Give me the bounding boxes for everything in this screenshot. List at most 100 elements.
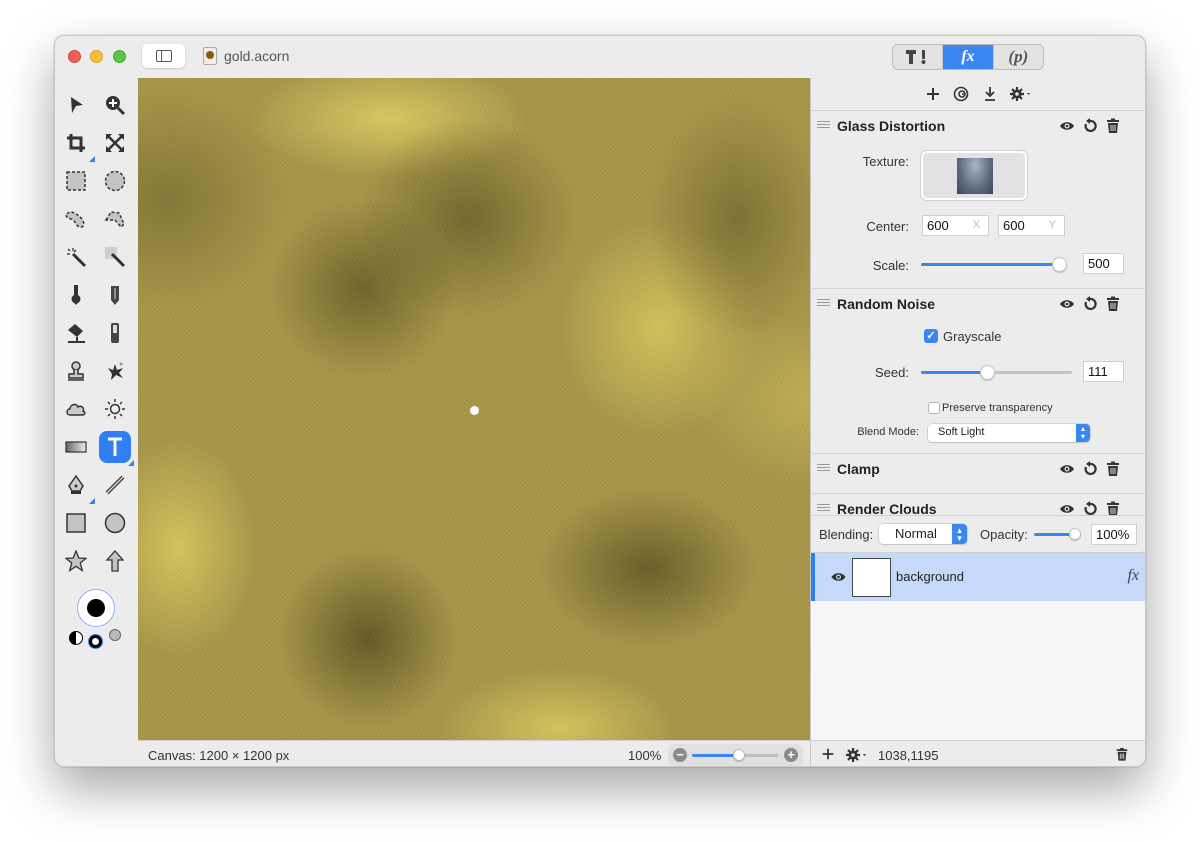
zoom-tool[interactable] xyxy=(99,89,131,121)
zoom-out-button[interactable]: − xyxy=(673,748,687,762)
submenu-indicator xyxy=(89,156,95,162)
blend-mode-select[interactable]: Soft Light ▴ ▾ xyxy=(928,424,1090,442)
eraser-tool[interactable] xyxy=(99,317,131,349)
tools-palette-tab[interactable] xyxy=(893,45,944,69)
magic-wand-tool[interactable] xyxy=(60,241,92,273)
add-filter-button[interactable] xyxy=(925,86,941,102)
sidebar-toggle-button[interactable] xyxy=(142,44,185,68)
color-well[interactable] xyxy=(77,589,115,627)
grayscale-checkbox[interactable]: ✓ xyxy=(924,329,938,343)
reset-icon[interactable] xyxy=(1082,461,1098,477)
bezier-tool[interactable] xyxy=(60,469,95,504)
oval-tool[interactable] xyxy=(99,507,131,539)
seed-slider[interactable] xyxy=(921,365,1072,380)
drag-handle-icon[interactable] xyxy=(817,464,830,473)
ellipse-select-tool[interactable] xyxy=(99,165,131,197)
layers-list: background fx xyxy=(811,553,1145,740)
move-tool[interactable] xyxy=(60,89,92,121)
eye-icon[interactable] xyxy=(830,570,847,584)
clone-stamp-icon xyxy=(68,361,84,381)
star-icon xyxy=(65,550,87,572)
opacity-slider-thumb[interactable] xyxy=(1069,528,1081,540)
seed-value-field[interactable]: 111 xyxy=(1083,361,1124,382)
transform-tool[interactable] xyxy=(99,127,131,159)
brush-icon xyxy=(71,285,81,305)
paint-bucket-tool[interactable] xyxy=(60,317,92,349)
download-icon xyxy=(985,87,995,101)
rectangle-tool[interactable] xyxy=(60,507,92,539)
texture-well[interactable] xyxy=(921,151,1027,200)
dodge-tool[interactable] xyxy=(99,393,131,425)
trash-icon[interactable] xyxy=(1105,118,1121,134)
clone-stamp-tool[interactable] xyxy=(60,355,92,387)
fx-icon[interactable]: fx xyxy=(1127,567,1139,585)
close-button[interactable] xyxy=(68,50,81,63)
trash-icon xyxy=(1116,747,1128,761)
crop-tool[interactable] xyxy=(60,127,95,162)
swap-colors-icon[interactable] xyxy=(69,631,83,645)
drag-handle-icon[interactable] xyxy=(817,121,830,130)
brush-tool[interactable] xyxy=(60,279,92,311)
trash-icon[interactable] xyxy=(1105,461,1121,477)
image-canvas[interactable] xyxy=(138,78,810,740)
scale-value-field[interactable]: 500 xyxy=(1083,253,1124,274)
eye-icon[interactable] xyxy=(1059,118,1075,134)
line-tool[interactable] xyxy=(99,469,131,501)
trash-icon[interactable] xyxy=(1105,501,1121,515)
rect-select-tool[interactable] xyxy=(60,165,92,197)
pencil-tool[interactable] xyxy=(99,279,131,311)
preserve-transparency-checkbox[interactable] xyxy=(928,402,940,414)
zoom-button[interactable] xyxy=(113,50,126,63)
instant-alpha-tool[interactable] xyxy=(99,241,131,273)
reset-icon[interactable] xyxy=(1082,118,1098,134)
add-layer-button[interactable] xyxy=(821,747,835,764)
glass-distortion-center-handle[interactable] xyxy=(470,406,479,415)
reset-icon[interactable] xyxy=(1082,296,1098,312)
layer-settings-button[interactable] xyxy=(845,747,869,766)
eye-icon[interactable] xyxy=(1059,501,1075,515)
drag-handle-icon[interactable] xyxy=(817,504,830,513)
seed-slider-thumb[interactable] xyxy=(979,365,995,380)
eye-icon[interactable] xyxy=(1059,461,1075,477)
filter-presets-button[interactable] xyxy=(953,86,971,102)
zoom-in-button[interactable]: + xyxy=(784,748,798,762)
opacity-slider[interactable] xyxy=(1034,528,1081,540)
default-colors-icon[interactable] xyxy=(89,635,102,648)
properties-tab[interactable]: (p) xyxy=(992,45,1043,69)
trash-icon[interactable] xyxy=(1105,296,1121,312)
lasso-tool[interactable] xyxy=(60,203,92,235)
filter-title: Glass Distortion xyxy=(837,118,946,134)
polygon-lasso-tool[interactable] xyxy=(99,203,131,235)
delete-layer-button[interactable] xyxy=(1115,747,1129,765)
download-filter-button[interactable] xyxy=(983,86,997,102)
blending-select[interactable]: Normal ▴ ▾ xyxy=(879,524,967,544)
minimize-button[interactable] xyxy=(90,50,103,63)
filter-settings-button[interactable] xyxy=(1009,86,1033,102)
opacity-value-field[interactable]: 100% xyxy=(1091,524,1137,545)
submenu-indicator xyxy=(89,498,95,504)
cursor-coordinates: 1038,1195 xyxy=(878,748,939,763)
rect-select-icon xyxy=(66,171,86,191)
arrow-tool[interactable] xyxy=(99,545,131,577)
burn-tool[interactable] xyxy=(60,393,92,425)
eye-icon[interactable] xyxy=(1059,296,1075,312)
text-tool[interactable] xyxy=(99,431,134,466)
filter-render-clouds: Render Clouds xyxy=(811,494,1145,515)
scale-slider[interactable] xyxy=(921,257,1067,272)
seed-value: 111 xyxy=(1088,364,1108,379)
color-picker-magnifier-icon[interactable] xyxy=(109,629,121,641)
expand-icon xyxy=(106,134,124,152)
layer-thumbnail xyxy=(852,558,891,597)
drag-handle-icon[interactable] xyxy=(817,299,830,308)
smudge-tool[interactable] xyxy=(99,355,131,387)
scale-slider-thumb[interactable] xyxy=(1052,257,1067,272)
gradient-tool[interactable] xyxy=(60,431,92,463)
center-y-field[interactable]: 600 Y xyxy=(998,215,1065,236)
fx-tab[interactable]: fx xyxy=(943,45,993,69)
layer-row[interactable]: background fx xyxy=(811,553,1145,601)
star-tool[interactable] xyxy=(60,545,92,577)
reset-icon[interactable] xyxy=(1082,501,1098,515)
zoom-slider-thumb[interactable] xyxy=(733,749,746,761)
zoom-slider[interactable] xyxy=(692,749,778,761)
center-x-field[interactable]: 600 X xyxy=(922,215,989,236)
